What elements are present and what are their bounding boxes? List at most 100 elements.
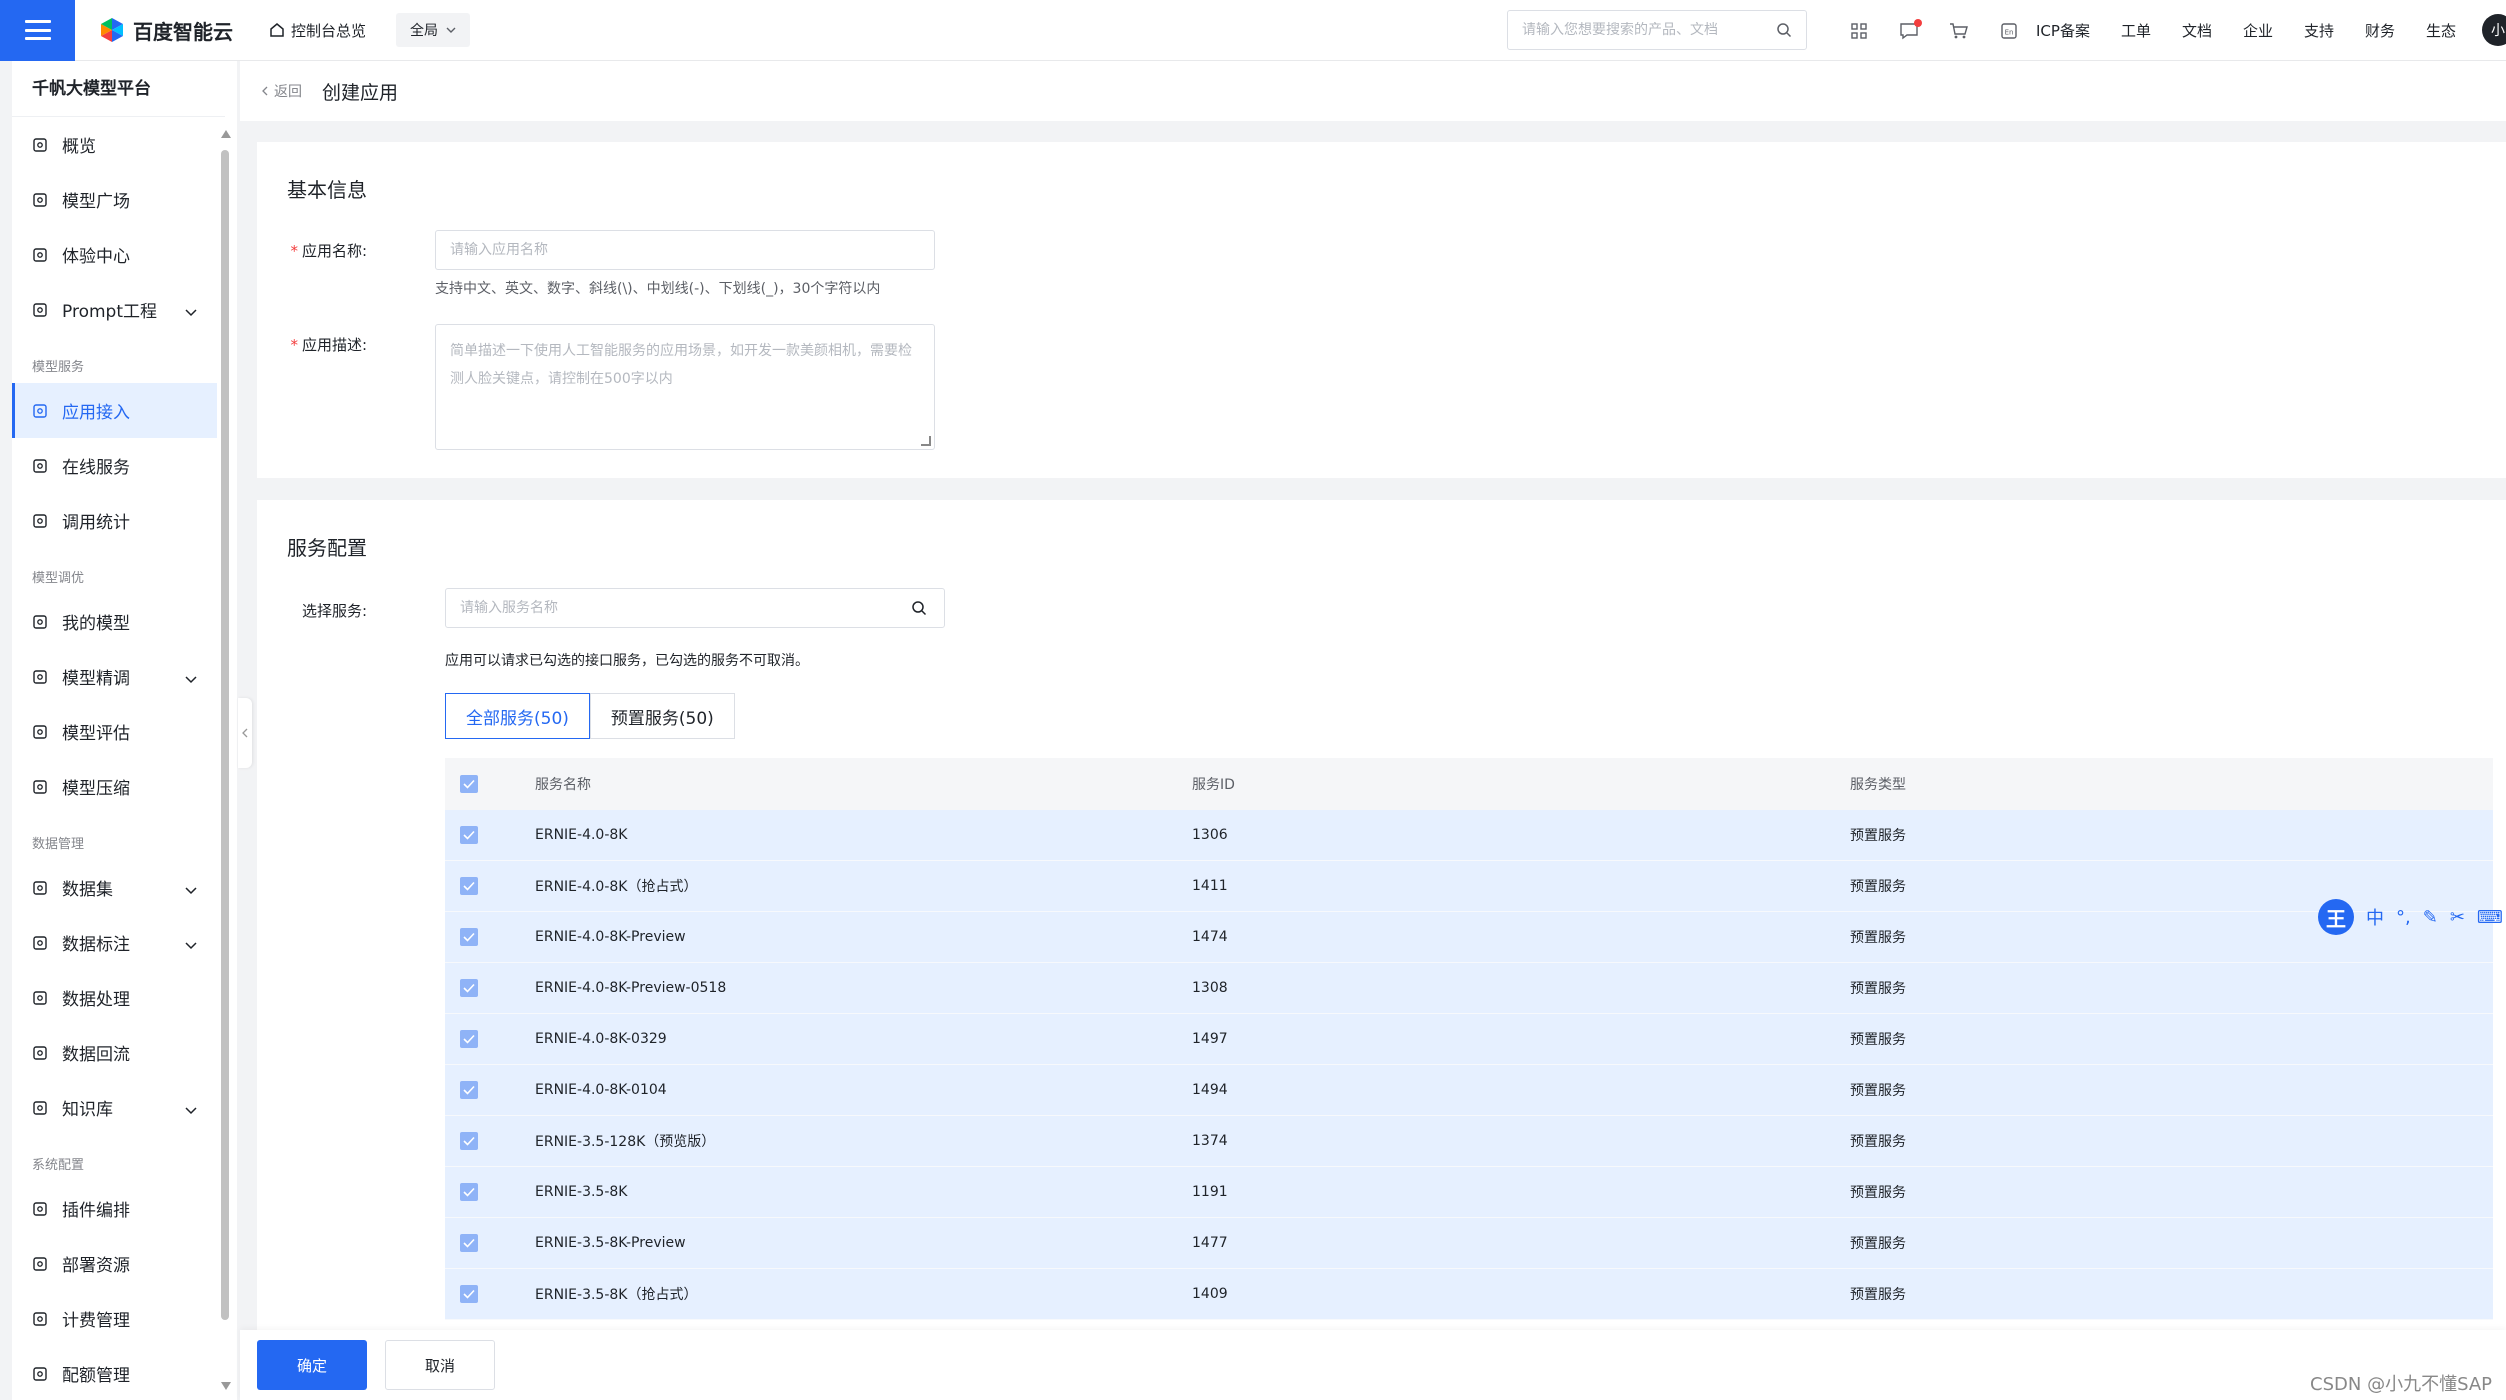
- sidebar-item[interactable]: 数据回流: [12, 1025, 217, 1080]
- scroll-up-icon[interactable]: [221, 130, 231, 138]
- row-checkbox[interactable]: [460, 1132, 478, 1150]
- icp-link[interactable]: ICP备案: [2036, 20, 2090, 41]
- table-row[interactable]: ERNIE-3.5-8K（抢占式） 1409 预置服务: [445, 1269, 2493, 1320]
- message-icon[interactable]: [1884, 18, 1934, 40]
- confirm-button[interactable]: 确定: [257, 1340, 367, 1390]
- service-search-input[interactable]: [445, 588, 945, 628]
- table-row[interactable]: ERNIE-4.0-8K-0104 1494 预置服务: [445, 1065, 2493, 1116]
- chevron-down-icon[interactable]: [185, 669, 197, 689]
- menu-icon: [24, 20, 51, 40]
- select-all-checkbox[interactable]: [460, 775, 478, 793]
- support-link[interactable]: 支持: [2304, 20, 2334, 41]
- sidebar-item-label: 体验中心: [62, 247, 130, 267]
- service-id: 1308: [1192, 980, 1228, 996]
- hamburger-menu-button[interactable]: [0, 0, 75, 61]
- ime-handwrite-icon[interactable]: ✎: [2423, 907, 2438, 928]
- chevron-down-icon[interactable]: [185, 880, 197, 900]
- ticket-link[interactable]: 工单: [2121, 20, 2151, 41]
- enterprise-link[interactable]: 企业: [2243, 20, 2273, 41]
- row-checkbox[interactable]: [460, 1285, 478, 1303]
- sidebar-item[interactable]: 在线服务: [12, 438, 217, 493]
- row-checkbox[interactable]: [460, 1030, 478, 1048]
- global-search[interactable]: [1507, 10, 1807, 50]
- tab-preset-services[interactable]: 预置服务(50): [589, 693, 735, 739]
- scrollbar-thumb[interactable]: [221, 150, 229, 1320]
- table-row[interactable]: ERNIE-3.5-8K-Preview 1477 预置服务: [445, 1218, 2493, 1269]
- app-name-input[interactable]: [435, 230, 935, 270]
- row-checkbox[interactable]: [460, 877, 478, 895]
- sidebar-item[interactable]: 部署资源: [12, 1236, 217, 1291]
- ime-keyboard-icon[interactable]: ⌨: [2477, 907, 2503, 928]
- row-checkbox[interactable]: [460, 1234, 478, 1252]
- qrcode-icon[interactable]: [1834, 22, 1884, 40]
- search-icon[interactable]: [911, 600, 927, 616]
- ecosystem-link[interactable]: 生态: [2426, 20, 2456, 41]
- chevron-down-icon[interactable]: [185, 935, 197, 955]
- table-row[interactable]: ERNIE-4.0-8K（抢占式） 1411 预置服务: [445, 861, 2493, 912]
- brand[interactable]: 百度智能云: [99, 16, 233, 45]
- back-label: 返回: [274, 84, 302, 100]
- table-header: 服务名称 服务ID 服务类型: [445, 758, 2493, 810]
- check-icon: [463, 1238, 475, 1248]
- sidebar-item[interactable]: 知识库: [12, 1080, 217, 1135]
- docs-link[interactable]: 文档: [2182, 20, 2212, 41]
- knowledge-icon: [32, 1100, 54, 1116]
- sidebar-item[interactable]: 计费管理: [12, 1291, 217, 1346]
- sidebar-item[interactable]: 应用接入: [12, 383, 217, 438]
- console-home-link[interactable]: 控制台总览: [269, 20, 366, 41]
- table-row[interactable]: ERNIE-4.0-8K-Preview-0518 1308 预置服务: [445, 963, 2493, 1014]
- chevron-down-icon[interactable]: [185, 1100, 197, 1120]
- sidebar-item[interactable]: 模型精调: [12, 649, 217, 704]
- sidebar-item[interactable]: 体验中心: [12, 227, 217, 282]
- row-checkbox[interactable]: [460, 1183, 478, 1201]
- table-row[interactable]: ERNIE-4.0-8K 1306 预置服务: [445, 810, 2493, 861]
- row-checkbox[interactable]: [460, 826, 478, 844]
- ime-logo-icon[interactable]: 王: [2318, 899, 2354, 935]
- region-select[interactable]: 全局: [396, 13, 471, 47]
- finance-link[interactable]: 财务: [2365, 20, 2395, 41]
- row-checkbox[interactable]: [460, 928, 478, 946]
- row-checkbox[interactable]: [460, 1081, 478, 1099]
- sidebar-item[interactable]: 配额管理: [12, 1346, 217, 1400]
- model-square-icon: [32, 192, 54, 208]
- ime-toolbar[interactable]: 王 中 °, ✎ ✂ ⌨: [2318, 898, 2506, 936]
- ime-chinese-mode[interactable]: 中: [2366, 904, 2384, 930]
- table-row[interactable]: ERNIE-4.0-8K-0329 1497 预置服务: [445, 1014, 2493, 1065]
- tab-all-services[interactable]: 全部服务(50): [445, 693, 590, 739]
- service-type: 预置服务: [1850, 1287, 1906, 1303]
- sidebar-item[interactable]: 模型广场: [12, 172, 217, 227]
- sidebar-item[interactable]: 数据标注: [12, 915, 217, 970]
- table-row[interactable]: ERNIE-3.5-128K（预览版） 1374 预置服务: [445, 1116, 2493, 1167]
- sidebar-item[interactable]: Prompt工程: [12, 282, 217, 337]
- sidebar-item[interactable]: 数据集: [12, 860, 217, 915]
- scroll-down-icon[interactable]: [221, 1382, 231, 1390]
- global-search-input[interactable]: [1522, 22, 1776, 38]
- cart-icon[interactable]: [1934, 22, 1984, 40]
- resize-handle-icon[interactable]: [921, 436, 931, 446]
- sidebar-item[interactable]: 概览: [12, 117, 217, 172]
- sidebar-title: 千帆大模型平台: [12, 61, 225, 117]
- cancel-button[interactable]: 取消: [385, 1340, 495, 1390]
- row-checkbox[interactable]: [460, 979, 478, 997]
- avatar[interactable]: 小: [2482, 14, 2506, 46]
- ime-scissors-icon[interactable]: ✂: [2450, 907, 2465, 928]
- sidebar-item[interactable]: 模型压缩: [12, 759, 217, 814]
- ime-punctuation-icon[interactable]: °,: [2396, 907, 2411, 928]
- sidebar-item[interactable]: 调用统计: [12, 493, 217, 548]
- prompt-icon: [32, 302, 54, 318]
- sidebar-item[interactable]: 我的模型: [12, 594, 217, 649]
- chevron-down-icon[interactable]: [185, 302, 197, 322]
- app-desc-textarea[interactable]: [435, 324, 935, 450]
- home-icon: [270, 23, 284, 37]
- sidebar-item[interactable]: 插件编排: [12, 1181, 217, 1236]
- sidebar-scrollbar[interactable]: [220, 130, 231, 1390]
- back-link[interactable]: 返回: [262, 81, 302, 101]
- search-icon[interactable]: [1776, 22, 1792, 38]
- table-row[interactable]: ERNIE-4.0-8K-Preview 1474 预置服务: [445, 912, 2493, 963]
- sidebar-item[interactable]: 数据处理: [12, 970, 217, 1025]
- language-icon[interactable]: En: [1984, 22, 2034, 40]
- sidebar-item-label: 应用接入: [62, 403, 130, 423]
- sidebar-item[interactable]: 模型评估: [12, 704, 217, 759]
- table-row[interactable]: ERNIE-3.5-8K 1191 预置服务: [445, 1167, 2493, 1218]
- sidebar-collapse-handle[interactable]: [238, 698, 252, 768]
